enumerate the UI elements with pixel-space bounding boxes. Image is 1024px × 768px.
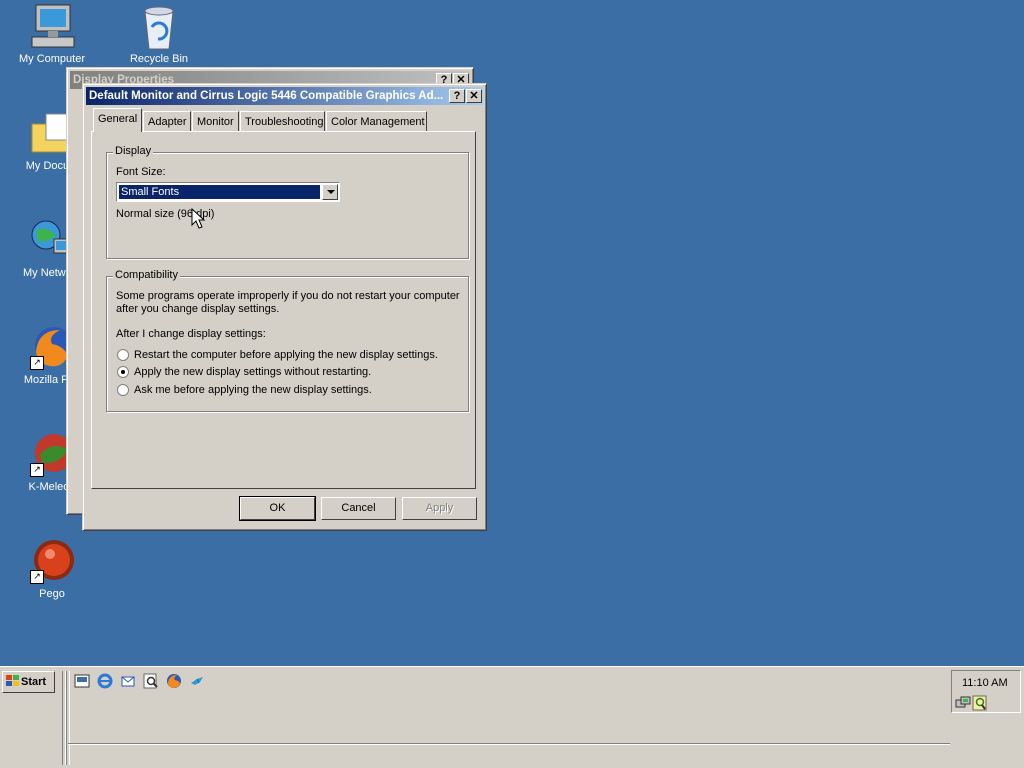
internet-explorer-icon[interactable]	[97, 673, 113, 689]
radio-apply-without-restart-label[interactable]: Apply the new display settings without r…	[134, 366, 371, 378]
system-tray: 11:10 AM	[951, 670, 1021, 713]
taskbar-separator	[66, 671, 70, 765]
outlook-express-icon[interactable]	[120, 673, 136, 689]
windows-flag-icon	[6, 675, 19, 686]
firefox-icon[interactable]	[166, 673, 182, 689]
tab-color-management[interactable]: Color Management	[326, 111, 427, 131]
radio-ask-me[interactable]	[117, 384, 129, 396]
show-desktop-icon[interactable]	[74, 673, 90, 689]
shortcut-arrow-icon: ↗	[30, 356, 44, 370]
compatibility-group-label: Compatibility	[113, 269, 180, 281]
help-button[interactable]: ?	[449, 89, 465, 103]
font-size-label: Font Size:	[116, 166, 166, 178]
desktop-icon-label: My Computer	[18, 53, 86, 65]
start-button[interactable]: Start	[2, 671, 55, 693]
tab-monitor[interactable]: Monitor	[192, 111, 239, 131]
radio-apply-without-restart[interactable]	[117, 366, 129, 378]
network-tray-icon[interactable]	[955, 695, 971, 711]
radio-restart[interactable]	[117, 349, 129, 361]
mouse-cursor-icon	[191, 208, 205, 229]
taskbar-row-divider	[68, 743, 950, 745]
pego-icon: ↗	[28, 538, 76, 586]
dialog-title: Default Monitor and Cirrus Logic 5446 Co…	[89, 90, 444, 102]
k-meleon-icon[interactable]	[189, 673, 205, 689]
shortcut-arrow-icon: ↗	[30, 463, 44, 477]
font-size-dropdown[interactable]: Small Fonts	[116, 182, 340, 202]
desktop-icon-pego[interactable]: ↗ Pego	[7, 538, 97, 600]
tab-general[interactable]: General	[93, 108, 142, 132]
chevron-down-icon[interactable]	[322, 184, 338, 200]
search-tray-icon[interactable]	[972, 695, 988, 711]
cancel-button[interactable]: Cancel	[321, 497, 396, 520]
radio-ask-me-label[interactable]: Ask me before applying the new display s…	[134, 384, 372, 396]
tab-troubleshooting[interactable]: Troubleshooting	[240, 111, 325, 131]
taskbar: Start 11:10 AM	[0, 666, 1024, 768]
radio-restart-label[interactable]: Restart the computer before applying the…	[134, 349, 438, 361]
compat-description-line2: after you change display settings.	[116, 303, 280, 315]
search-icon[interactable]	[143, 673, 159, 689]
compat-description-line1: Some programs operate improperly if you …	[116, 290, 460, 302]
shortcut-arrow-icon: ↗	[30, 570, 44, 584]
apply-button[interactable]: Apply	[402, 497, 477, 520]
my-computer-icon	[28, 3, 76, 51]
tab-adapter[interactable]: Adapter	[143, 111, 191, 131]
font-size-value: Small Fonts	[118, 184, 321, 200]
start-label: Start	[21, 676, 47, 688]
desktop-icon-label: Pego	[39, 588, 65, 600]
desktop-icon-my-computer[interactable]: My Computer	[7, 3, 97, 65]
desktop-icon-recycle-bin[interactable]: Recycle Bin	[114, 3, 204, 65]
after-change-label: After I change display settings:	[116, 328, 266, 340]
ok-button[interactable]: OK	[239, 496, 316, 521]
clock[interactable]: 11:10 AM	[962, 677, 1008, 689]
display-group-label: Display	[113, 145, 154, 157]
recycle-bin-icon	[135, 3, 183, 51]
close-button[interactable]: ✕	[466, 89, 482, 103]
dialog-titlebar[interactable]: Default Monitor and Cirrus Logic 5446 Co…	[86, 87, 483, 105]
desktop-icon-label: Recycle Bin	[129, 53, 189, 65]
